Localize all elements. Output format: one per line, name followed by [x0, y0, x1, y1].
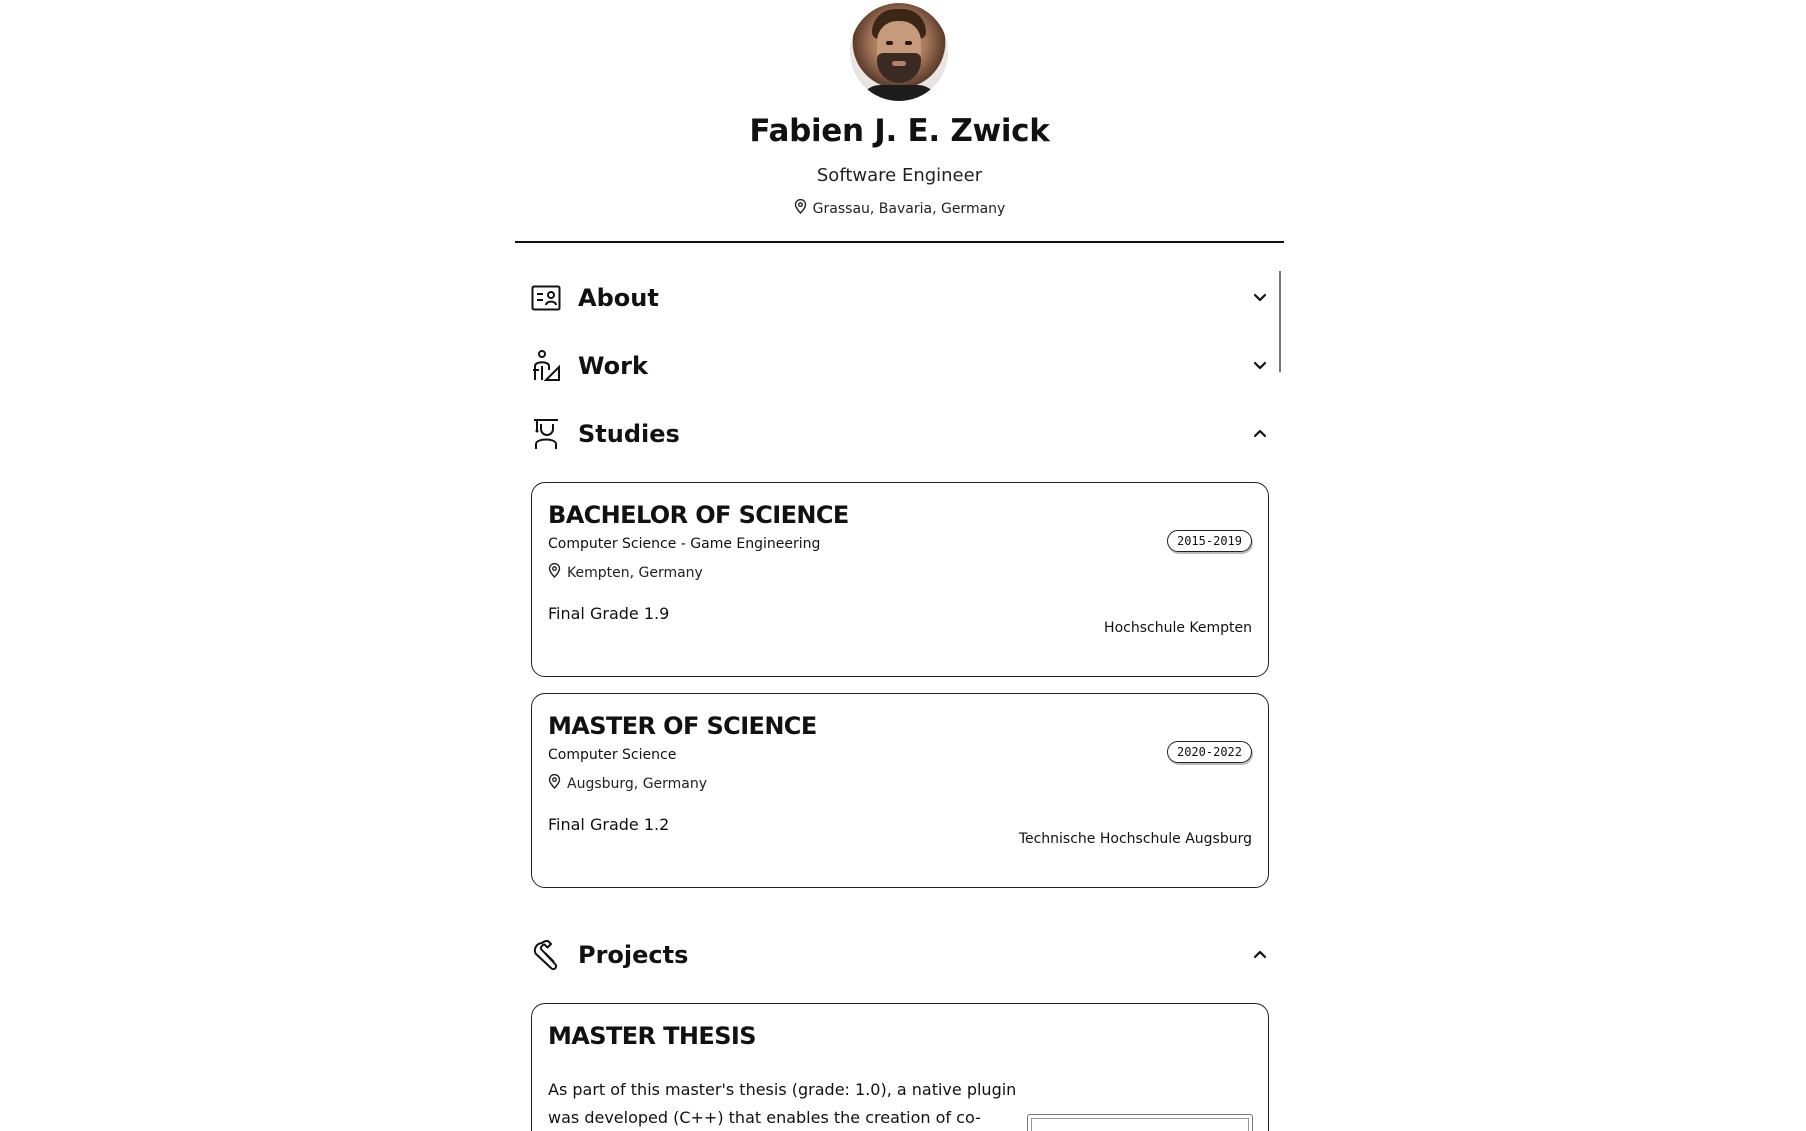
profile-location-text: Grassau, Bavaria, Germany: [812, 200, 1006, 217]
section-studies[interactable]: Studies: [531, 413, 1269, 455]
location-pin-icon: [548, 773, 561, 793]
header-divider: [515, 241, 1284, 243]
profile-role: Software Engineer: [816, 165, 983, 186]
study-location: Augsburg, Germany: [548, 773, 708, 793]
study-school: Hochschule Kempten: [1104, 620, 1252, 636]
study-grade: Final Grade 1.2: [548, 815, 670, 834]
profile-location: Grassau, Bavaria, Germany: [515, 198, 1284, 218]
section-studies-title: Studies: [578, 420, 680, 448]
project-card: MASTER THESIS As part of this master's t…: [531, 1003, 1269, 1131]
chevron-up-icon[interactable]: [1251, 425, 1269, 443]
section-about-title: About: [578, 284, 659, 312]
study-years-badge: 2015-2019: [1166, 530, 1252, 552]
scrollbar-thumb[interactable]: [1279, 271, 1281, 372]
chevron-down-icon[interactable]: [1251, 289, 1269, 307]
resume-page: Fabien J. E. Zwick Software Engineer Gra…: [515, 0, 1284, 1131]
section-about[interactable]: About: [531, 277, 1269, 319]
study-school: Technische Hochschule Augsburg: [1018, 831, 1252, 847]
section-work-title: Work: [578, 352, 648, 380]
wrench-icon: [531, 940, 561, 970]
graduate-icon: [531, 419, 561, 449]
id-card-icon: [531, 283, 561, 313]
section-projects-title: Projects: [578, 941, 689, 969]
study-card: BACHELOR OF SCIENCE Computer Science - G…: [531, 482, 1269, 677]
study-degree: MASTER OF SCIENCE: [548, 712, 817, 740]
project-description: As part of this master's thesis (grade: …: [548, 1080, 1017, 1127]
project-screenshot: [1027, 1114, 1253, 1131]
profile-avatar: [850, 3, 948, 101]
study-location-text: Augsburg, Germany: [567, 775, 708, 792]
study-location: Kempten, Germany: [548, 562, 703, 582]
study-field: Computer Science - Game Engineering: [548, 536, 821, 552]
study-degree: BACHELOR OF SCIENCE: [548, 501, 849, 529]
study-years-badge: 2020-2022: [1166, 741, 1252, 763]
chevron-up-icon[interactable]: [1251, 946, 1269, 964]
section-projects[interactable]: Projects: [531, 934, 1269, 976]
location-pin-icon: [548, 562, 561, 582]
study-location-text: Kempten, Germany: [567, 564, 703, 581]
project-title: MASTER THESIS: [548, 1022, 757, 1050]
study-card: MASTER OF SCIENCE Computer Science Augsb…: [531, 693, 1269, 888]
profile-name: Fabien J. E. Zwick: [749, 113, 1050, 149]
chevron-down-icon[interactable]: [1251, 357, 1269, 375]
study-field: Computer Science: [548, 747, 677, 763]
study-grade: Final Grade 1.9: [548, 604, 670, 623]
worker-icon: [531, 350, 561, 381]
section-work[interactable]: Work: [531, 345, 1269, 387]
location-pin-icon: [794, 198, 807, 218]
